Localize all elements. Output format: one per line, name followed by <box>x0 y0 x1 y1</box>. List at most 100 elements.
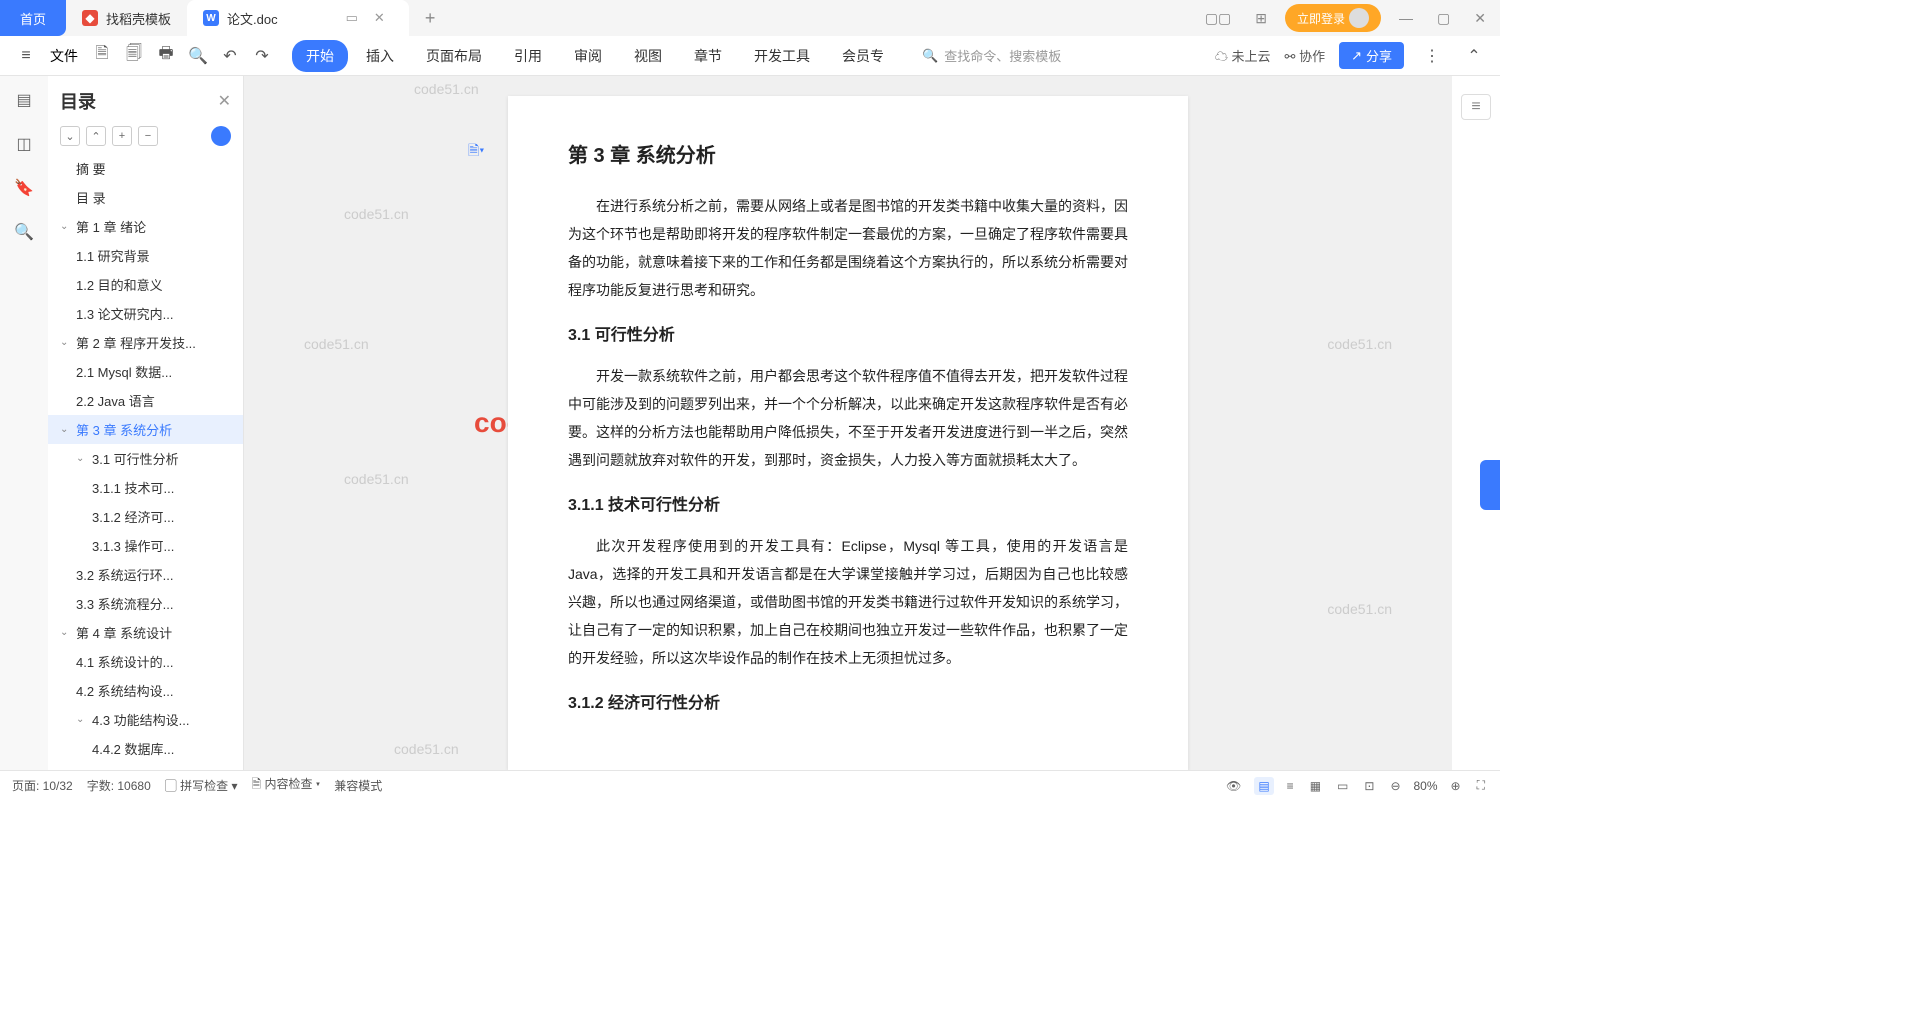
search-box[interactable]: 🔍 查找命令、搜索模板 <box>922 46 1061 65</box>
side-tab[interactable] <box>1480 460 1500 510</box>
toc-item[interactable]: 3.2 系统运行环... <box>48 560 243 589</box>
menu-tab-member[interactable]: 会员专 <box>828 40 898 72</box>
document-area[interactable]: code51.cn code51.cn code51.cn code51.cn … <box>244 76 1452 770</box>
menu-tab-start[interactable]: 开始 <box>292 40 348 72</box>
menu-tab-reference[interactable]: 引用 <box>500 40 556 72</box>
view-outline-icon[interactable]: ≡ <box>1284 779 1297 793</box>
page-corner-icon[interactable]: 🗎▾ <box>468 136 484 164</box>
toc-item[interactable]: 3.1.3 操作可... <box>48 531 243 560</box>
template-icon: ◆ <box>82 10 98 26</box>
cloud-status[interactable]: ☁ 未上云 <box>1215 46 1271 65</box>
layout-icon[interactable]: ▢▢ <box>1199 10 1237 27</box>
collapse-button[interactable]: ⌄ <box>60 126 80 146</box>
maximize-icon[interactable]: ▢ <box>1431 10 1456 27</box>
expand-button[interactable]: ⌃ <box>86 126 106 146</box>
menu-icon[interactable]: ≡ <box>12 42 40 70</box>
toc-label: 第 5 章系统实现 <box>76 768 168 770</box>
tab-home[interactable]: 首页 <box>0 0 66 36</box>
tab-template[interactable]: ◆ 找稻壳模板 <box>66 0 187 36</box>
window-icon[interactable]: ▭ <box>346 10 358 26</box>
fullscreen-icon[interactable]: ⛶ <box>1474 778 1488 793</box>
spell-check[interactable]: ▢ 拼写检查 ▾ <box>165 777 238 794</box>
menu-tab-chapter[interactable]: 章节 <box>680 40 736 72</box>
toc-label: 第 4 章 系统设计 <box>76 623 172 642</box>
toc-item[interactable]: 2.1 Mysql 数据... <box>48 357 243 386</box>
toc-item[interactable]: 2.2 Java 语言 <box>48 386 243 415</box>
view-web-icon[interactable]: ▦ <box>1307 779 1324 793</box>
menu-tab-dev[interactable]: 开发工具 <box>740 40 824 72</box>
more-icon[interactable]: ⋮ <box>1418 42 1446 70</box>
toc-label: 1.3 论文研究内... <box>76 304 174 323</box>
zoom-fit-icon[interactable]: ⊡ <box>1361 779 1377 793</box>
add-button[interactable]: + <box>112 126 132 146</box>
share-button[interactable]: ↗ 分享 <box>1339 42 1404 69</box>
toc-item[interactable]: 4.4.2 数据库... <box>48 734 243 763</box>
toc-item[interactable]: ⌄第 5 章系统实现 <box>48 763 243 770</box>
menu-tab-layout[interactable]: 页面布局 <box>412 40 496 72</box>
close-window-icon[interactable]: ✕ <box>1468 10 1492 27</box>
toc: 摘 要目 录⌄第 1 章 绪论1.1 研究背景1.2 目的和意义 1.3 论文研究… <box>48 154 243 770</box>
new-tab-button[interactable]: + <box>409 8 452 29</box>
toc-item[interactable]: 1.1 研究背景 <box>48 241 243 270</box>
toc-item[interactable]: 3.3 系统流程分... <box>48 589 243 618</box>
tab-document[interactable]: W 论文.doc ▭ ✕ <box>187 0 409 36</box>
save-icon[interactable]: 🗎 <box>88 42 116 70</box>
menu-tab-review[interactable]: 审阅 <box>560 40 616 72</box>
toc-label: 3.1.1 技术可... <box>92 478 174 497</box>
outline-icon[interactable]: ▤ <box>12 88 36 112</box>
toc-item[interactable]: 摘 要 <box>48 154 243 183</box>
view-page-icon[interactable]: ▤ <box>1254 777 1273 795</box>
toc-item[interactable]: ⌄第 4 章 系统设计 <box>48 618 243 647</box>
toc-item[interactable]: 3.1.1 技术可... <box>48 473 243 502</box>
undo-icon[interactable]: ↶ <box>216 42 244 70</box>
statusbar: 页面: 10/32 字数: 10680 ▢ 拼写检查 ▾ 🗎 内容检查 ▾ 兼容… <box>0 770 1500 800</box>
toc-item[interactable]: 4.2 系统结构设... <box>48 676 243 705</box>
preview-icon[interactable]: 🔍 <box>184 42 212 70</box>
toc-item[interactable]: ⌄第 2 章 程序开发技... <box>48 328 243 357</box>
toc-label: 4.4.2 数据库... <box>92 739 174 758</box>
watermark: code51.cn <box>344 206 409 222</box>
search-rail-icon[interactable]: 🔍 <box>12 220 36 244</box>
toc-item[interactable]: 目 录 <box>48 183 243 212</box>
toc-item[interactable]: 1.3 论文研究内... <box>48 299 243 328</box>
box-icon[interactable]: ◫ <box>12 132 36 156</box>
compat-mode[interactable]: 兼容模式 <box>334 777 382 794</box>
toc-label: 3.3 系统流程分... <box>76 594 174 613</box>
page-indicator[interactable]: 页面: 10/32 <box>12 777 73 794</box>
login-button[interactable]: 立即登录 <box>1285 4 1381 32</box>
eye-icon[interactable]: 👁 <box>1223 779 1244 793</box>
ai-button[interactable] <box>211 126 231 146</box>
heading-section: 3.1 可行性分析 <box>568 320 1128 352</box>
toc-item[interactable]: ⌄3.1 可行性分析 <box>48 444 243 473</box>
menu-tab-view[interactable]: 视图 <box>620 40 676 72</box>
redo-icon[interactable]: ↷ <box>248 42 276 70</box>
export-icon[interactable]: 🗐 <box>120 42 148 70</box>
collab-button[interactable]: ⚯ 协作 <box>1285 46 1326 65</box>
sidebar-close-icon[interactable]: ✕ <box>218 91 231 111</box>
zoom-in-icon[interactable]: ⊕ <box>1448 779 1464 793</box>
toc-item[interactable]: ⌄4.3 功能结构设... <box>48 705 243 734</box>
chevron-down-icon: ⌄ <box>60 221 72 232</box>
toc-item[interactable]: ⌄第 3 章 系统分析 <box>48 415 243 444</box>
zoom-level[interactable]: 80% <box>1414 779 1438 793</box>
file-menu[interactable]: 文件 <box>44 46 84 66</box>
toc-item[interactable]: 3.1.2 经济可... <box>48 502 243 531</box>
zoom-out-icon[interactable]: ⊖ <box>1387 779 1403 793</box>
toc-item[interactable]: ⌄第 1 章 绪论 <box>48 212 243 241</box>
print-icon[interactable]: 🖶 <box>152 42 180 70</box>
close-icon[interactable]: ✕ <box>366 10 393 26</box>
remove-button[interactable]: − <box>138 126 158 146</box>
chevron-down-icon: ⌄ <box>76 714 88 725</box>
toc-item[interactable]: 4.1 系统设计的... <box>48 647 243 676</box>
content-check[interactable]: 🗎 内容检查 ▾ <box>251 775 320 796</box>
chevron-up-icon[interactable]: ⌃ <box>1460 42 1488 70</box>
toc-item[interactable]: 1.2 目的和意义 <box>48 270 243 299</box>
right-menu-icon[interactable]: ≡ <box>1461 94 1491 120</box>
grid-icon[interactable]: ⊞ <box>1249 10 1273 27</box>
bookmark-icon[interactable]: 🔖 <box>12 176 36 200</box>
menu-tab-insert[interactable]: 插入 <box>352 40 408 72</box>
view-read-icon[interactable]: ▭ <box>1334 779 1351 793</box>
paragraph: 开发一款系统软件之前，用户都会思考这个软件程序值不值得去开发，把开发软件过程中可… <box>568 362 1128 474</box>
word-count[interactable]: 字数: 10680 <box>87 777 151 794</box>
minimize-icon[interactable]: — <box>1393 10 1419 26</box>
